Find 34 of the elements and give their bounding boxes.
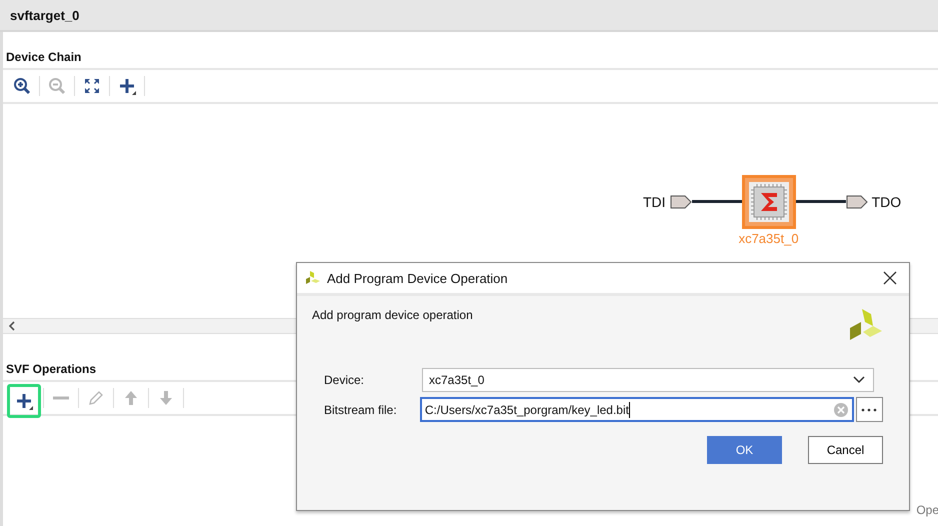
ok-button[interactable]: OK [707, 436, 782, 464]
cancel-button[interactable]: Cancel [808, 436, 883, 464]
plus-icon [118, 77, 136, 95]
toolbar-button[interactable] [7, 384, 41, 418]
panel-title: svftarget_0 [10, 8, 80, 22]
logo-icon [305, 270, 321, 286]
section-title: SVF Operations [6, 362, 96, 376]
down-arrow-icon [157, 389, 175, 407]
section-title: Device Chain [6, 50, 82, 64]
input-port-icon [670, 195, 692, 209]
close-icon[interactable] [883, 271, 897, 285]
logo-icon [849, 308, 883, 342]
port-label: TDO [872, 194, 902, 210]
browse-button[interactable] [856, 397, 883, 422]
dialog-heading: Add program device operation [312, 308, 473, 324]
output-port-icon [846, 195, 868, 209]
device-label: xc7a35t_0 [738, 231, 799, 246]
fit-screen-icon [83, 77, 101, 95]
field-label: Device: [323, 373, 366, 387]
zoom-out-icon [48, 77, 66, 95]
file-path-field[interactable]: C:/Users/xc7a35t_porgram/key_led.bit [420, 397, 854, 422]
chip-icon[interactable] [742, 175, 796, 229]
zoom-in-icon [13, 77, 31, 95]
minus-icon [53, 396, 69, 400]
up-arrow-icon [122, 389, 140, 407]
plus-icon [15, 392, 33, 410]
ellipsis-icon [861, 408, 878, 412]
chevron-down-icon[interactable] [853, 376, 865, 384]
dialog-title: Add Program Device Operation [327, 270, 508, 286]
device-dropdown[interactable]: xc7a35t_0 [422, 368, 874, 392]
port-label: TDI [643, 194, 666, 210]
pencil-icon [87, 389, 105, 407]
field-label: Bitstream file: [323, 402, 398, 416]
scroll-left-icon[interactable] [7, 321, 17, 331]
